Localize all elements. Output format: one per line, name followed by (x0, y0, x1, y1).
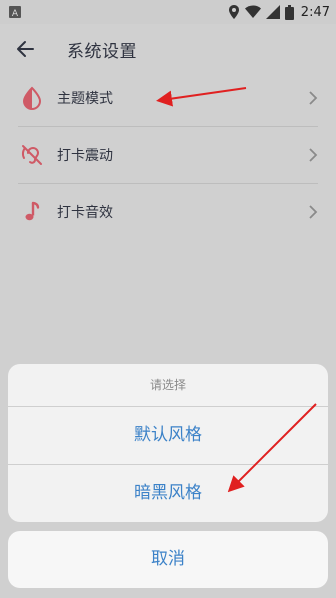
setting-label: 打卡音效 (57, 205, 113, 221)
signal-icon (265, 5, 280, 19)
chevron-right-icon (309, 148, 318, 162)
app-notification-icon: A (9, 6, 21, 19)
setting-theme-mode[interactable]: 主题模式 (0, 70, 336, 127)
page-title: 系统设置 (67, 42, 137, 62)
battery-icon (284, 4, 294, 20)
setting-checkin-vibration[interactable]: 打卡震动 (0, 127, 336, 184)
option-dark-style[interactable]: 暗黑风格 (8, 464, 328, 521)
action-sheet-title: 请选择 (8, 364, 328, 407)
style-action-sheet: 请选择 默认风格 暗黑风格 (8, 364, 328, 522)
setting-checkin-sound[interactable]: 打卡音效 (0, 184, 336, 241)
status-time: 2:47 (300, 4, 330, 20)
vibration-off-icon (21, 145, 42, 165)
chevron-right-icon (309, 205, 318, 219)
drop-half-icon (22, 86, 42, 110)
setting-label: 打卡震动 (57, 148, 113, 164)
option-default-style[interactable]: 默认风格 (8, 407, 328, 464)
cancel-button[interactable]: 取消 (8, 531, 328, 588)
wifi-icon (244, 5, 261, 18)
back-arrow-icon[interactable] (16, 40, 34, 58)
chevron-right-icon (309, 91, 318, 105)
status-bar: A 2:47 (0, 0, 336, 24)
location-icon (228, 5, 239, 19)
settings-list: 主题模式 打卡震动 打卡音效 (0, 70, 336, 241)
setting-label: 主题模式 (57, 91, 113, 107)
app-header: 系统设置 (0, 24, 336, 74)
svg-text:A: A (12, 9, 19, 19)
music-note-icon (25, 201, 40, 221)
